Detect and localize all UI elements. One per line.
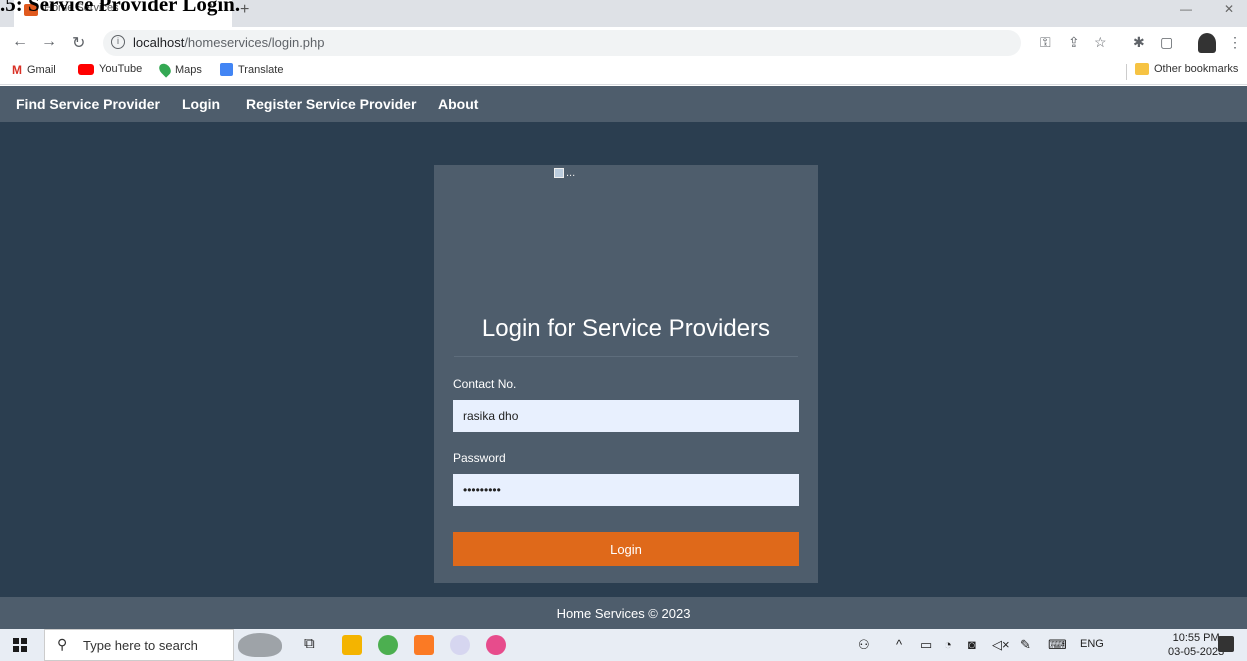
bookmark-label: Maps (175, 63, 202, 76)
url-text: localhost/homeservices/login.php (133, 35, 325, 50)
notification-icon[interactable] (1218, 636, 1234, 652)
login-title: Login for Service Providers (481, 315, 771, 342)
title-divider (454, 356, 798, 357)
bookmark-maps[interactable]: Maps (156, 61, 202, 78)
chrome-icon[interactable] (378, 635, 398, 655)
main-content: ... Login for Service Providers Contact … (0, 122, 1247, 597)
contact-input[interactable] (453, 400, 799, 432)
url-host: localhost (133, 35, 185, 50)
windows-taskbar: ⚲ Type here to search ⧉ ⚇ ^ ▭ ◔ ◙ ◁× ✎ ⌨… (0, 629, 1247, 661)
password-input[interactable] (453, 474, 799, 506)
windows-start-icon[interactable] (13, 638, 27, 652)
forward-icon[interactable]: → (41, 33, 57, 51)
task-view-icon[interactable]: ⧉ (304, 635, 315, 652)
file-explorer-icon[interactable] (342, 635, 362, 655)
youtube-icon (78, 63, 94, 75)
site-navbar: Find Service Provider Login Register Ser… (0, 86, 1247, 122)
pen-icon[interactable]: ✎ (1020, 637, 1031, 653)
people-icon[interactable]: ⚇ (858, 637, 870, 653)
document-heading: .5: Service Provider Login. (0, 0, 241, 16)
battery-icon[interactable]: ▭ (920, 637, 932, 653)
bookmark-gmail[interactable]: M Gmail (12, 63, 56, 77)
url-path: /homeservices/login.php (184, 35, 325, 50)
bookmark-translate[interactable]: Translate (220, 63, 283, 76)
language-indicator[interactable]: ENG (1080, 638, 1104, 650)
search-icon: ⚲ (57, 636, 68, 652)
image-alt-text: ... (566, 167, 576, 179)
keyboard-icon[interactable]: ⌨ (1048, 637, 1067, 653)
login-card: ... Login for Service Providers Contact … (434, 165, 818, 583)
site-footer: Home Services © 2023 (0, 597, 1247, 629)
password-label: Password (453, 451, 506, 465)
address-bar: ← → ↻ i localhost/homeservices/login.php… (0, 27, 1247, 59)
wifi-icon[interactable]: ◔ (944, 637, 952, 652)
folder-icon (1135, 63, 1149, 75)
nav-register-service-provider[interactable]: Register Service Provider (246, 96, 416, 112)
key-icon[interactable]: ⚿ (1040, 34, 1051, 51)
extensions-icon[interactable]: ✱ (1133, 34, 1145, 51)
broken-image-icon (554, 168, 564, 179)
url-input[interactable]: i localhost/homeservices/login.php (103, 30, 1021, 56)
reload-icon[interactable]: ↻ (72, 33, 85, 53)
xampp-icon[interactable] (414, 635, 434, 655)
star-icon[interactable]: ☆ (1094, 34, 1107, 51)
bookmark-youtube[interactable]: YouTube (78, 63, 142, 75)
close-window-icon[interactable]: ✕ (1224, 2, 1234, 16)
nav-find-service-provider[interactable]: Find Service Provider (16, 96, 160, 112)
share-icon[interactable]: ⇪ (1068, 34, 1080, 51)
taskbar-search[interactable]: ⚲ Type here to search (44, 629, 234, 661)
side-panel-icon[interactable]: ▢ (1160, 34, 1173, 51)
broken-image: ... (554, 167, 575, 179)
bookmark-label: Translate (238, 63, 284, 76)
profile-avatar[interactable] (1198, 33, 1216, 53)
display-icon[interactable]: ◙ (968, 637, 976, 652)
bookmark-label: YouTube (99, 63, 143, 75)
contact-label: Contact No. (453, 377, 517, 391)
other-bookmarks-label: Other bookmarks (1154, 63, 1239, 75)
translate-icon (220, 63, 233, 76)
back-icon[interactable]: ← (12, 33, 28, 51)
clock-time: 10:55 PM (1172, 632, 1220, 644)
minimize-icon[interactable]: — (1180, 2, 1192, 16)
search-placeholder: Type here to search (83, 638, 198, 653)
bookmarks-bar: M Gmail YouTube Maps Translate Other book… (0, 59, 1247, 85)
gmail-icon: M (12, 63, 22, 77)
show-hidden-icons[interactable]: ^ (896, 637, 902, 652)
volume-icon[interactable]: ◁× (992, 637, 1010, 653)
taskbar-clock[interactable]: 10:55 PM 03-05-2023 (1168, 631, 1224, 659)
koala-icon (238, 633, 282, 657)
maps-icon (156, 61, 174, 78)
new-tab-button[interactable]: + (240, 1, 249, 19)
snipping-tool-icon[interactable] (450, 635, 470, 655)
paint-icon[interactable] (486, 635, 506, 655)
clock-date: 03-05-2023 (1168, 646, 1225, 658)
login-button[interactable]: Login (453, 532, 799, 566)
bookmark-label: Gmail (27, 64, 56, 76)
bookmarks-divider (1126, 64, 1127, 80)
nav-about[interactable]: About (438, 96, 478, 112)
nav-login[interactable]: Login (182, 96, 220, 112)
other-bookmarks[interactable]: Other bookmarks (1135, 63, 1238, 75)
info-icon[interactable]: i (111, 35, 125, 49)
menu-icon[interactable]: ⋮ (1228, 34, 1242, 51)
